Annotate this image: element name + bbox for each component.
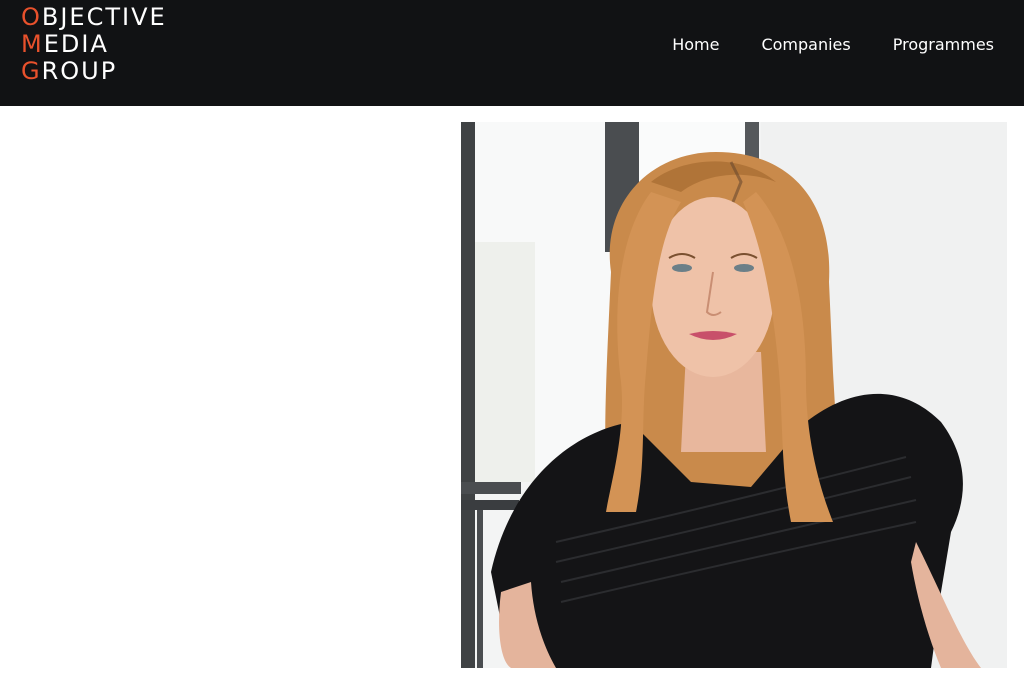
objective-media-group-logo[interactable]: OBJECTIVE MEDIA GROUP bbox=[21, 4, 167, 85]
portrait-illustration bbox=[461, 122, 1007, 668]
site-header: OBJECTIVE MEDIA GROUP Home Companies Pro… bbox=[0, 0, 1024, 106]
page-content bbox=[0, 106, 1024, 680]
nav-programmes-link[interactable]: Programmes bbox=[893, 34, 994, 56]
logo-line-2: MEDIA bbox=[21, 30, 109, 58]
nav-companies-link[interactable]: Companies bbox=[761, 34, 850, 56]
profile-photo bbox=[461, 122, 1007, 668]
logo-line-1: OBJECTIVE bbox=[21, 3, 167, 31]
nav-home-link[interactable]: Home bbox=[672, 34, 719, 56]
logo-line-3: GROUP bbox=[21, 57, 118, 85]
main-nav: Home Companies Programmes bbox=[630, 34, 994, 56]
